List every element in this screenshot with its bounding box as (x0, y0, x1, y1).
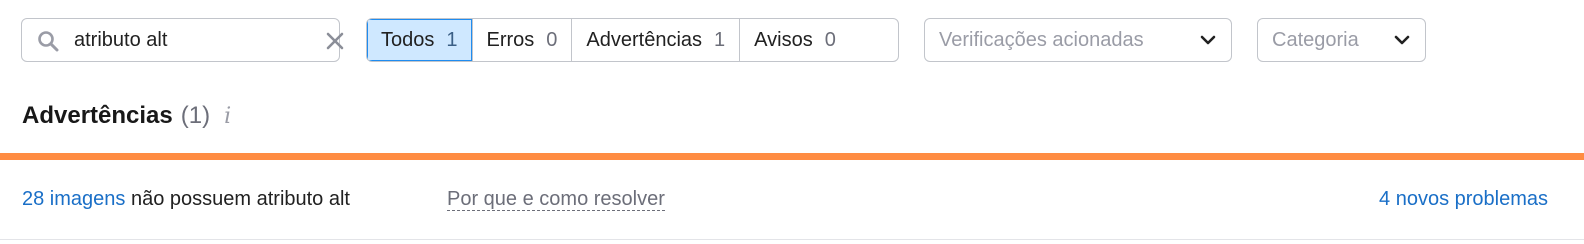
section-title: Advertências (1) i (22, 102, 231, 130)
search-box[interactable] (21, 18, 344, 62)
triggered-checks-dropdown[interactable]: Verificações acionadas (924, 18, 1232, 62)
category-label: Categoria (1272, 28, 1359, 51)
triggered-checks-label: Verificações acionadas (939, 28, 1144, 51)
filter-errors-button[interactable]: Erros 0 (473, 19, 573, 61)
issue-row: 28 imagens não possuem atributo alt Por … (0, 160, 1584, 240)
issue-description-text: não possuem atributo alt (125, 188, 350, 210)
filter-warnings-label: Advertências (586, 28, 703, 51)
chevron-down-icon (1200, 35, 1216, 45)
filter-notices-count: 0 (824, 28, 836, 51)
info-icon[interactable]: i (224, 104, 231, 129)
warning-accent-bar (0, 153, 1584, 160)
filter-errors-label: Erros (486, 28, 535, 51)
search-input[interactable] (74, 27, 304, 53)
filter-warnings-count: 1 (714, 28, 726, 51)
new-issues-link[interactable]: 4 novos problemas (1379, 188, 1548, 211)
filter-warnings-button[interactable]: Advertências 1 (572, 19, 741, 61)
close-icon[interactable] (325, 31, 345, 51)
category-dropdown[interactable]: Categoria (1257, 18, 1426, 62)
search-icon (38, 31, 59, 52)
filter-errors-count: 0 (546, 28, 558, 51)
section-count: (1) (180, 102, 211, 129)
issue-description: 28 imagens não possuem atributo alt (22, 188, 350, 211)
filter-notices-label: Avisos (754, 28, 813, 51)
issue-images-link[interactable]: 28 imagens (22, 188, 125, 210)
chevron-down-icon (1394, 35, 1410, 45)
section-title-text: Advertências (22, 102, 173, 129)
why-and-how-to-fix-link[interactable]: Por que e como resolver (447, 188, 665, 211)
filter-notices-button[interactable]: Avisos 0 (740, 19, 850, 61)
filter-all-label: Todos (381, 28, 435, 51)
filter-all-button[interactable]: Todos 1 (367, 19, 473, 61)
severity-filter-group: Todos 1 Erros 0 Advertências 1 Avisos 0 (366, 18, 899, 62)
filter-all-count: 1 (446, 28, 458, 51)
